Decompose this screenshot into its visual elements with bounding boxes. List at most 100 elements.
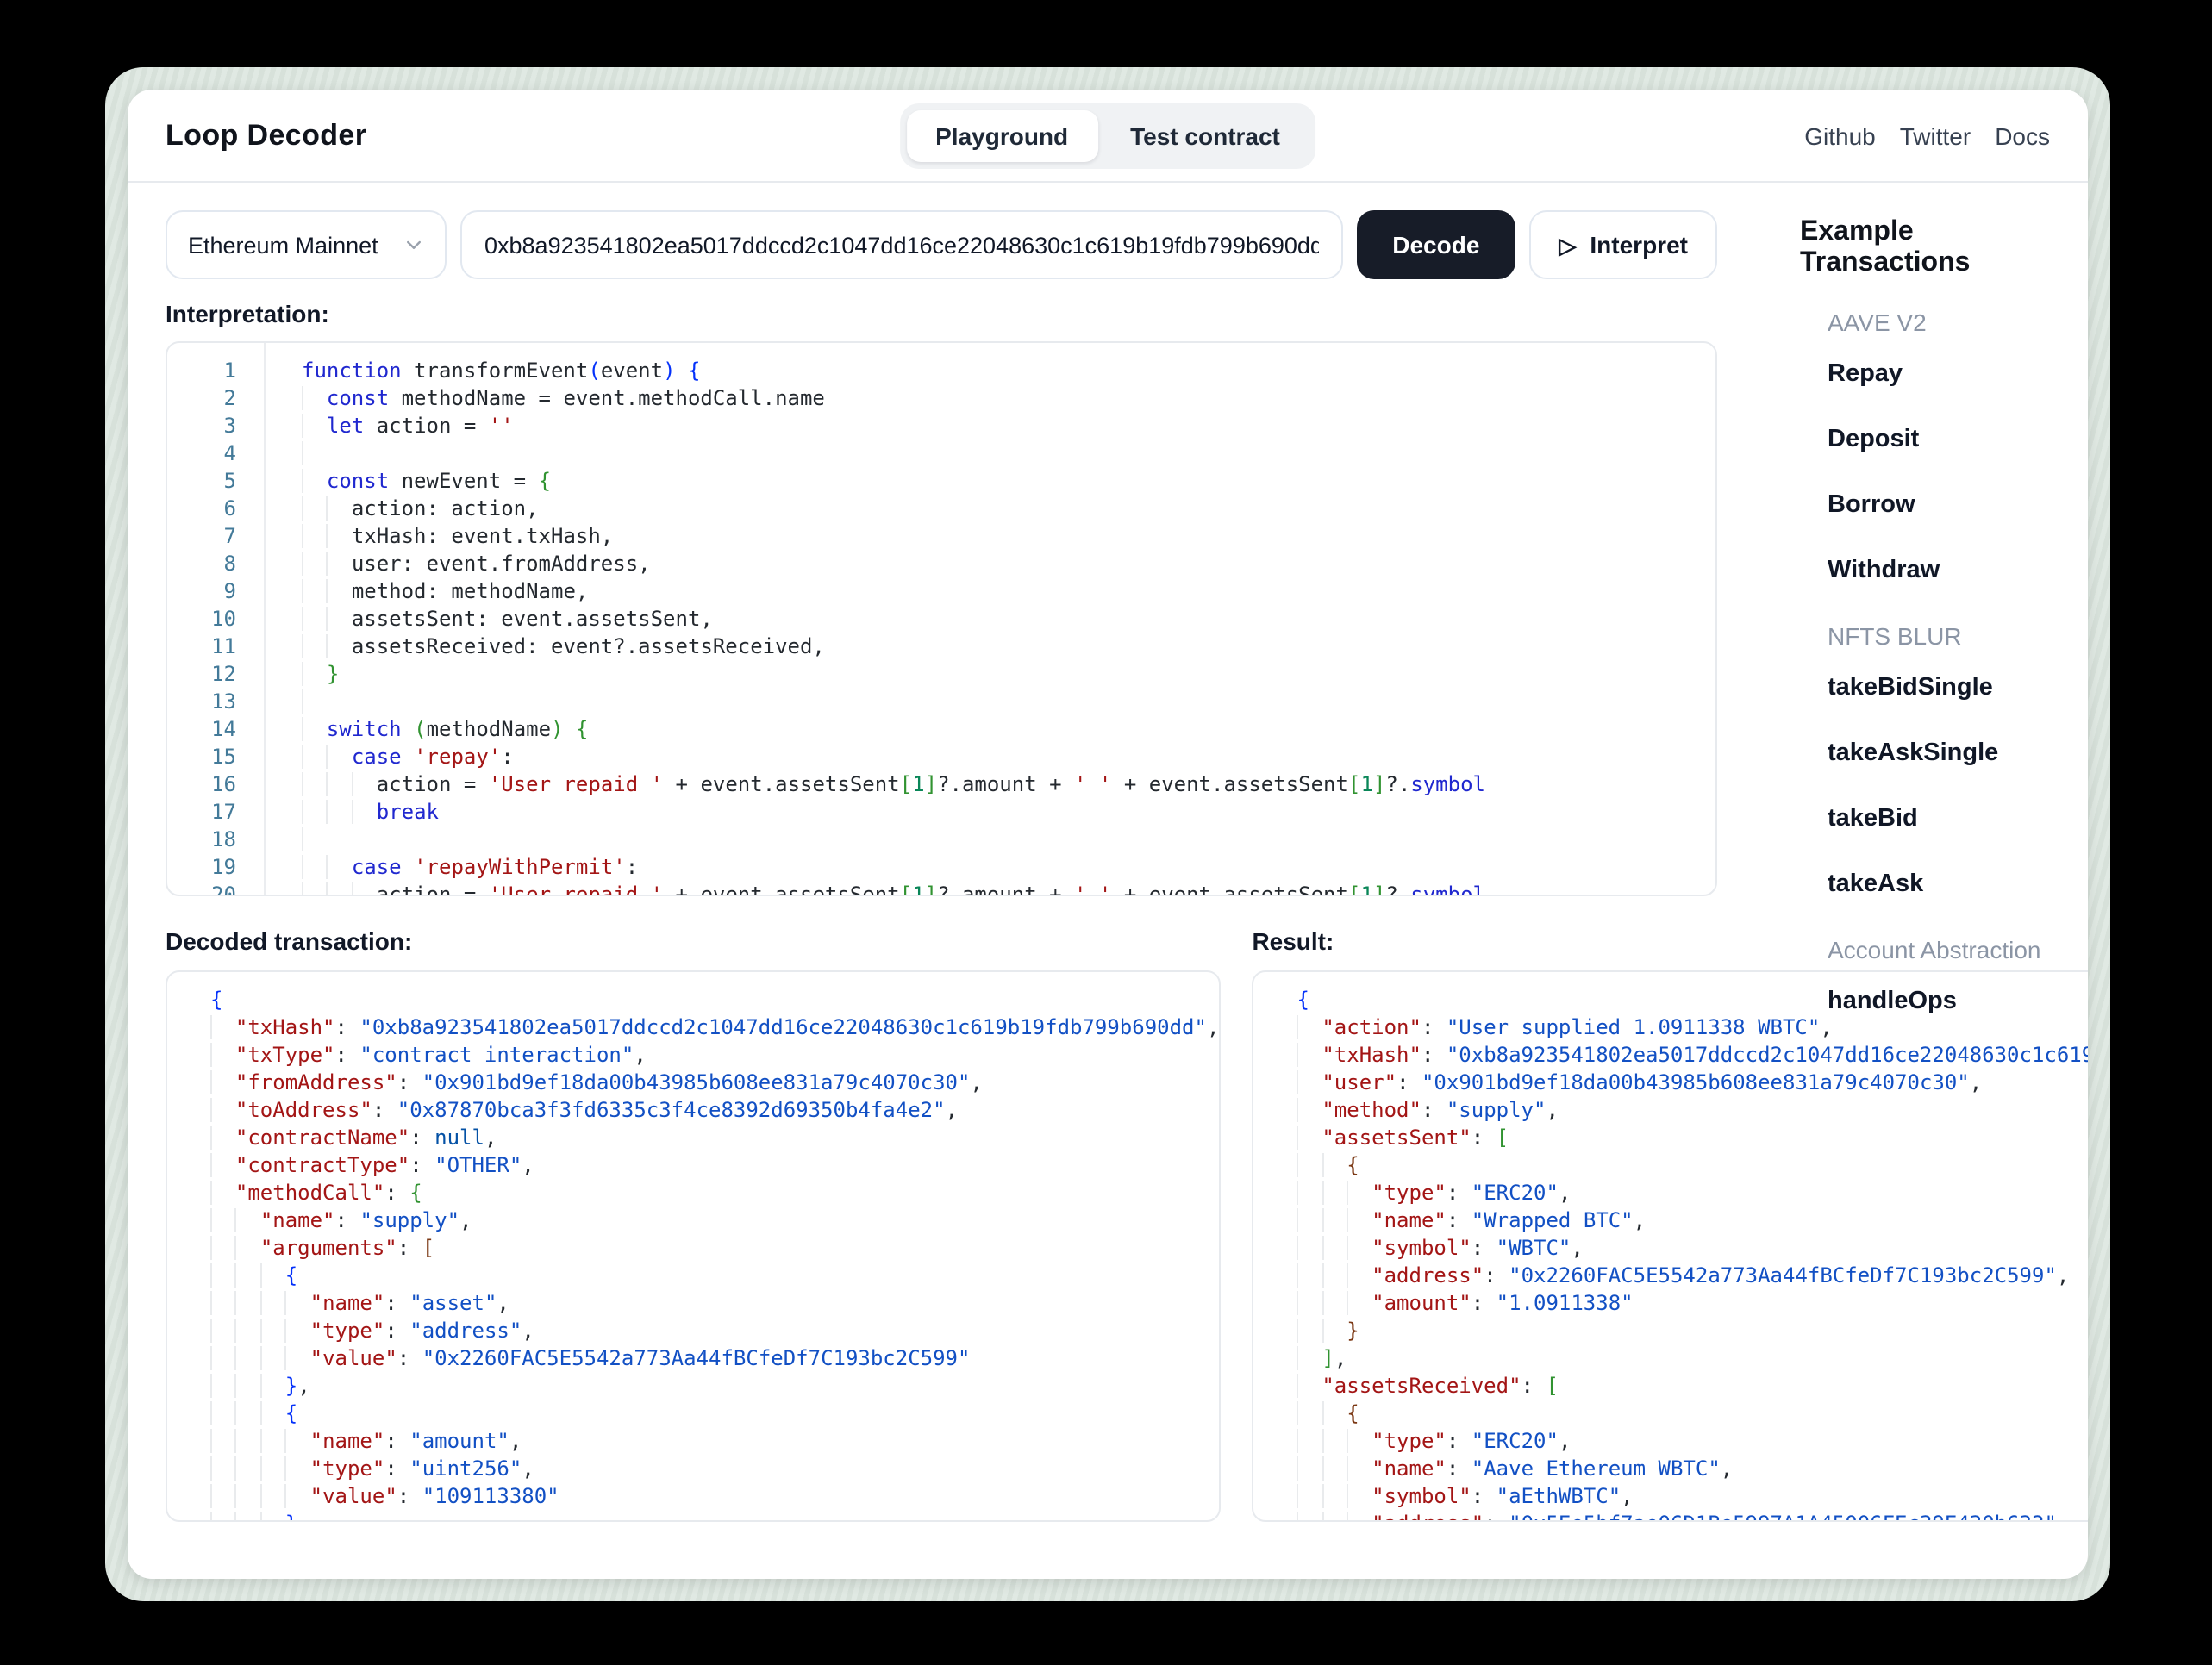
code-line: assetsSent: event.assetsSent, <box>302 605 1715 633</box>
line-number: 6 <box>223 496 236 521</box>
code-line: "fromAddress": "0x901bd9ef18da00b43985b6… <box>210 1069 1219 1096</box>
link-twitter[interactable]: Twitter <box>1900 122 1971 149</box>
code-line: const newEvent = { <box>302 467 1715 495</box>
tab-playground[interactable]: Playground <box>906 109 1098 161</box>
decoded-panel[interactable]: { "txHash": "0xb8a923541802ea5017ddccd2c… <box>166 970 1222 1522</box>
editor-gutter: 1 2 3 4 5 6 7 8 9 10 11 12 13 14 15 16 17 18 19 20 <box>167 343 266 895</box>
line-number: 3 <box>223 414 236 438</box>
decoded-label: Decoded transaction: <box>166 927 413 955</box>
editor-code: function transformEvent(event) { const m… <box>266 343 1715 895</box>
code-line: { <box>210 988 223 1012</box>
examples-list: AAVE V2 Repay Deposit Borrow Withdraw NFTS BL… <box>1800 309 2050 1015</box>
page-title: Loop Decoder <box>166 118 367 151</box>
examples-title: Example Transactions <box>1800 217 1971 278</box>
line-number: 5 <box>223 469 236 493</box>
link-github[interactable]: Github <box>1804 122 1876 149</box>
code-line: const methodName = event.methodCall.name <box>302 384 1715 412</box>
line-number: 10 <box>211 607 236 631</box>
line-number: 20 <box>211 882 236 896</box>
app-card: Loop Decoder Playground Test contract Git… <box>105 67 2110 1601</box>
code-line: break <box>302 798 1715 826</box>
line-number: 7 <box>223 524 236 548</box>
code-line: "value": "109113380" <box>210 1482 1219 1510</box>
code-line: assetsReceived: event?.assetsReceived, <box>302 633 1715 660</box>
line-number: 19 <box>211 855 236 879</box>
interpret-button[interactable]: ▷ Interpret <box>1529 210 1717 279</box>
code-line: function transformEvent(event) { <box>302 359 701 383</box>
tx-hash-input[interactable] <box>460 210 1343 279</box>
code-line: { <box>210 1262 1219 1289</box>
code-line: "contractType": "OTHER", <box>210 1151 1219 1179</box>
interpret-button-label: Interpret <box>1590 231 1688 259</box>
network-select-value: Ethereum Mainnet <box>188 232 378 258</box>
example-section-account-abstraction: Account Abstraction <box>1828 936 2041 963</box>
line-number: 1 <box>223 359 236 383</box>
code-line: }, <box>210 1372 1219 1400</box>
code-line: "type": "address", <box>210 1317 1219 1344</box>
line-number: 2 <box>223 386 236 410</box>
link-docs[interactable]: Docs <box>1995 122 2050 149</box>
example-item-withdraw[interactable]: Withdraw <box>1800 557 2050 584</box>
line-number: 15 <box>211 745 236 769</box>
example-item-repay[interactable]: Repay <box>1800 360 2050 388</box>
code-editor[interactable]: 1 2 3 4 5 6 7 8 9 10 11 12 13 14 15 16 17 18 19 20 function… <box>166 341 1717 896</box>
line-number: 13 <box>211 689 236 714</box>
example-item-takeask[interactable]: takeAsk <box>1800 870 2050 898</box>
example-item-takebid[interactable]: takeBid <box>1800 805 2050 832</box>
page-background: Loop Decoder Playground Test contract Git… <box>0 0 2212 1665</box>
code-line: action: action, <box>302 495 1715 522</box>
code-line: case 'repay': <box>302 743 1715 770</box>
network-select[interactable]: Ethereum Mainnet <box>166 210 447 279</box>
line-number: 17 <box>211 800 236 824</box>
line-number: 14 <box>211 717 236 741</box>
code-line: user: event.fromAddress, <box>302 550 1715 577</box>
code-line: "methodCall": { <box>210 1179 1219 1207</box>
code-line: } <box>210 1510 1219 1520</box>
code-line: "type": "uint256", <box>210 1455 1219 1482</box>
chevron-down-icon <box>407 240 421 249</box>
code-line: method: methodName, <box>302 577 1715 605</box>
decoded-column: Decoded transaction: { "txHash": "0xb8a9… <box>166 927 1222 1522</box>
interpretation-label: Interpretation: <box>166 300 329 327</box>
example-item-handleops[interactable]: handleOps <box>1800 988 2050 1015</box>
header-links: Github Twitter Docs <box>1804 122 2050 149</box>
code-line: action = 'User repaid ' + event.assetsSe… <box>302 881 1715 895</box>
app-panel: Loop Decoder Playground Test contract Git… <box>128 90 2088 1579</box>
output-row: Decoded transaction: { "txHash": "0xb8a9… <box>166 927 2088 1522</box>
code-line: "value": "0x2260FAC5E5542a773Aa44fBCfeDf… <box>210 1344 1219 1372</box>
code-line: "txHash": "0xb8a923541802ea5017ddccd2c10… <box>210 1013 1220 1041</box>
line-number: 9 <box>223 579 236 603</box>
code-line: switch (methodName) { <box>302 715 1715 743</box>
code-line: "contractName": null, <box>210 1124 1219 1151</box>
code-line: case 'repayWithPermit': <box>302 853 1715 881</box>
example-section-nfts-blur: NFTS BLUR <box>1828 622 1962 650</box>
example-item-takebidsingle[interactable]: takeBidSingle <box>1800 674 2050 702</box>
example-item-deposit[interactable]: Deposit <box>1800 426 2050 453</box>
example-section-aave-v2: AAVE V2 <box>1828 309 1927 336</box>
example-item-borrow[interactable]: Borrow <box>1800 491 2050 519</box>
code-line: "toAddress": "0x87870bca3f3fd6335c3f4ce8… <box>210 1096 1219 1124</box>
line-number: 18 <box>211 827 236 851</box>
code-line: txHash: event.txHash, <box>302 522 1715 550</box>
line-number: 11 <box>211 634 236 658</box>
examples-sidebar: Example Transactions AAVE V2 Repay Deposit… <box>1755 183 2088 1579</box>
code-line: { <box>210 1400 1219 1427</box>
code-line: "name": "amount", <box>210 1427 1219 1455</box>
playground-main: Ethereum Mainnet Decode ▷ Interpret Int <box>128 183 2088 1579</box>
example-item-takeasksingle[interactable]: takeAskSingle <box>1800 739 2050 767</box>
code-line: } <box>302 660 1715 688</box>
decode-button[interactable]: Decode <box>1356 210 1516 279</box>
line-number: 4 <box>223 441 236 465</box>
code-line: action = 'User repaid ' + event.assetsSe… <box>302 770 1715 798</box>
main-content: Ethereum Mainnet Decode ▷ Interpret Int <box>128 183 2088 1579</box>
code-line: "name": "supply", <box>210 1207 1219 1234</box>
code-line: "txType": "contract interaction", <box>210 1041 1219 1069</box>
code-line: let action = '' <box>302 412 1715 440</box>
toolbar: Ethereum Mainnet Decode ▷ Interpret <box>166 210 1717 279</box>
code-line: "arguments": [ <box>210 1234 1219 1262</box>
play-icon: ▷ <box>1559 233 1577 259</box>
tab-test-contract[interactable]: Test contract <box>1101 109 1309 161</box>
line-number: 8 <box>223 552 236 576</box>
